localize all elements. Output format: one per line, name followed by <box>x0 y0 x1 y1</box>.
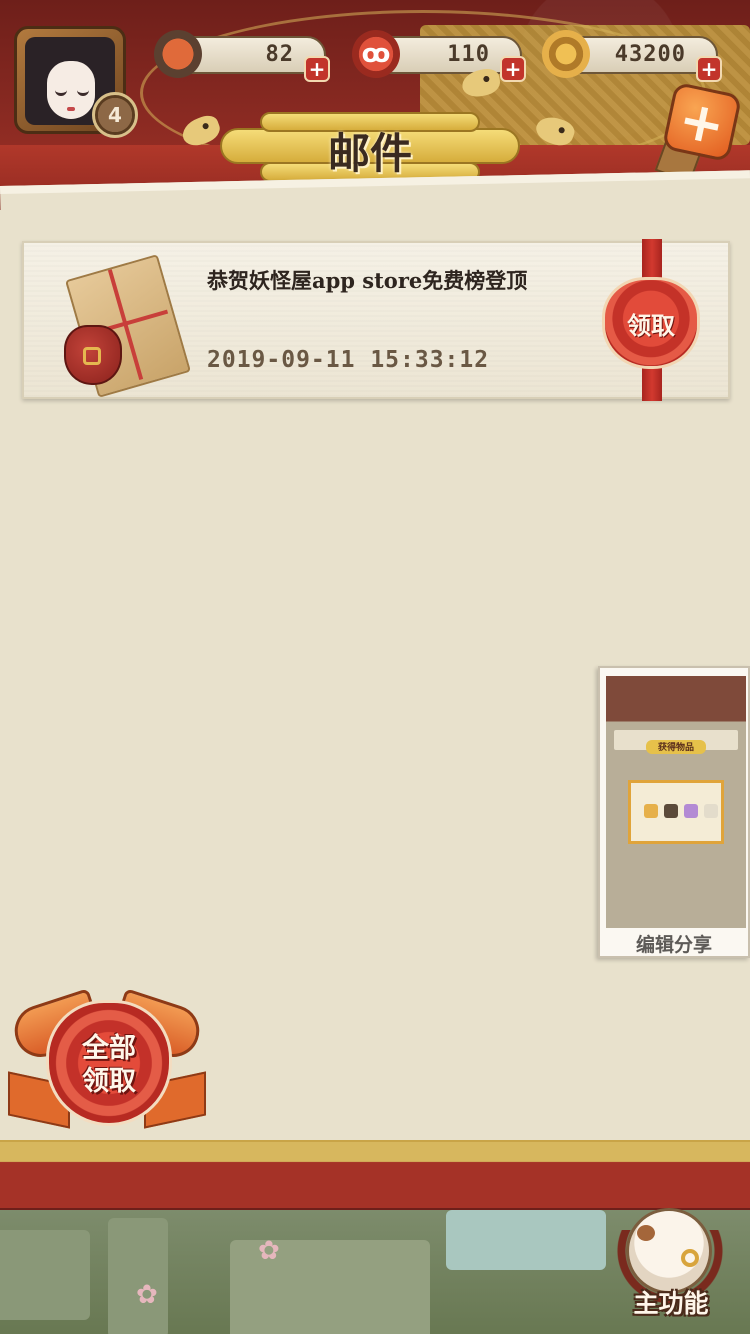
sushi-count: 82 <box>265 42 294 67</box>
page-title-banner: 邮件 <box>220 110 520 184</box>
coin-icon <box>542 30 590 78</box>
thumbnail-reward-title: 获得物品 <box>646 740 706 754</box>
main-menu-button[interactable]: 主功能 <box>592 1200 750 1334</box>
petal-icon: ✿ <box>258 1236 280 1266</box>
money-bag-icon <box>64 325 122 385</box>
sushi-icon <box>154 30 202 78</box>
claim-button[interactable]: 领取 <box>602 277 700 369</box>
lucky-cat-icon <box>626 1208 712 1294</box>
mail-title: 恭贺妖怪屋app store免费榜登顶 <box>207 268 528 293</box>
main-menu-label: 主功能 <box>633 1289 709 1318</box>
add-coins-button[interactable]: + <box>696 56 722 82</box>
player-level-badge: 4 <box>92 92 138 138</box>
edit-share-button[interactable]: 编辑分享 <box>600 930 748 957</box>
screenshot-thumbnail: 获得物品 <box>606 676 746 928</box>
magatama-count: 110 <box>447 42 490 67</box>
share-screenshot-card[interactable]: 获得物品 编辑分享 <box>598 666 750 958</box>
add-sushi-button[interactable]: + <box>304 56 330 82</box>
collect-all-button[interactable]: 全部 领取 <box>8 988 206 1134</box>
plus-shortcut-button[interactable]: + <box>661 81 743 163</box>
coin-count: 43200 <box>614 42 686 67</box>
petal-icon: ✿ <box>136 1280 158 1310</box>
magatama-icon: ꝏ <box>352 30 400 78</box>
add-magatama-button[interactable]: + <box>500 56 526 82</box>
mail-item[interactable]: 恭贺妖怪屋app store免费榜登顶 2019-09-11 15:33:12 … <box>22 239 730 401</box>
mail-date: 2019-09-11 15:33:12 <box>207 347 490 373</box>
page-title: 邮件 <box>327 129 412 178</box>
collect-all-label: 全部 领取 <box>82 1033 136 1097</box>
